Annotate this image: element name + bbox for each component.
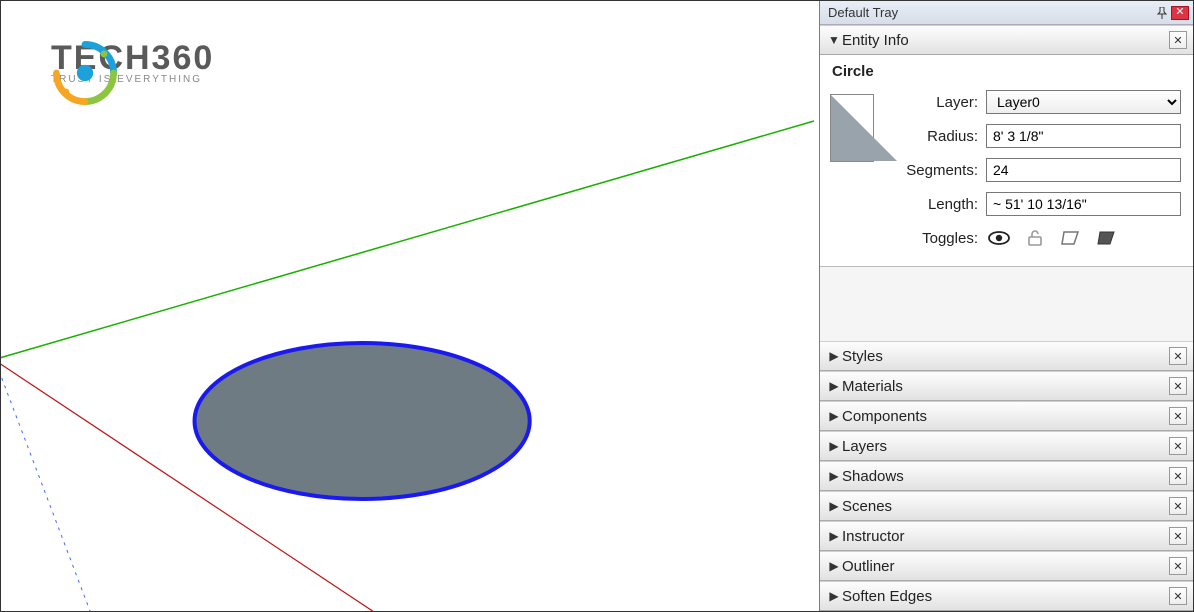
panel-close-button[interactable]: ✕ bbox=[1169, 557, 1187, 575]
layer-label: Layer: bbox=[888, 94, 978, 111]
segments-input[interactable] bbox=[986, 158, 1181, 182]
tray-title: Default Tray bbox=[828, 5, 1151, 20]
tray-close-button[interactable]: ✕ bbox=[1171, 6, 1189, 20]
chevron-right-icon: ▶ bbox=[826, 469, 842, 483]
panel-header-scenes[interactable]: ▶Scenes✕ bbox=[820, 491, 1193, 521]
radius-label: Radius: bbox=[888, 128, 978, 145]
default-tray: Default Tray ✕ ▼ Entity Info ✕ Circle La… bbox=[819, 1, 1193, 611]
panel-close-button[interactable]: ✕ bbox=[1169, 467, 1187, 485]
chevron-right-icon: ▶ bbox=[826, 529, 842, 543]
panel-title: Shadows bbox=[842, 468, 1169, 485]
toggles-label: Toggles: bbox=[888, 230, 978, 247]
panel-title: Components bbox=[842, 408, 1169, 425]
segments-label: Segments: bbox=[888, 162, 978, 179]
visible-toggle-icon[interactable] bbox=[988, 228, 1010, 248]
panel-title: Layers bbox=[842, 438, 1169, 455]
length-input[interactable] bbox=[986, 192, 1181, 216]
panel-close-button[interactable]: ✕ bbox=[1169, 527, 1187, 545]
panel-title: Materials bbox=[842, 378, 1169, 395]
chevron-right-icon: ▶ bbox=[826, 379, 842, 393]
chevron-right-icon: ▶ bbox=[826, 349, 842, 363]
panel-title-entity-info: Entity Info bbox=[842, 32, 1169, 49]
lock-toggle-icon[interactable] bbox=[1024, 228, 1046, 248]
panel-close-button[interactable]: ✕ bbox=[1169, 347, 1187, 365]
panel-header-instructor[interactable]: ▶Instructor✕ bbox=[820, 521, 1193, 551]
chevron-right-icon: ▶ bbox=[826, 499, 842, 513]
receive-shadows-toggle-icon[interactable] bbox=[1096, 228, 1118, 248]
tray-titlebar[interactable]: Default Tray ✕ bbox=[820, 1, 1193, 25]
chevron-right-icon: ▶ bbox=[826, 589, 842, 603]
chevron-right-icon: ▶ bbox=[826, 439, 842, 453]
panel-title: Styles bbox=[842, 348, 1169, 365]
panel-title: Outliner bbox=[842, 558, 1169, 575]
panel-title: Scenes bbox=[842, 498, 1169, 515]
panel-title: Instructor bbox=[842, 528, 1169, 545]
panel-header-components[interactable]: ▶Components✕ bbox=[820, 401, 1193, 431]
chevron-down-icon: ▼ bbox=[826, 33, 842, 47]
panel-header-styles[interactable]: ▶Styles✕ bbox=[820, 341, 1193, 371]
panel-header-soften-edges[interactable]: ▶Soften Edges✕ bbox=[820, 581, 1193, 611]
brand-logo-icon bbox=[51, 39, 119, 107]
panel-close-button[interactable]: ✕ bbox=[1169, 437, 1187, 455]
panel-header-shadows[interactable]: ▶Shadows✕ bbox=[820, 461, 1193, 491]
entity-type-label: Circle bbox=[828, 61, 1185, 90]
radius-input[interactable] bbox=[986, 124, 1181, 148]
panel-header-outliner[interactable]: ▶Outliner✕ bbox=[820, 551, 1193, 581]
panel-header-layers[interactable]: ▶Layers✕ bbox=[820, 431, 1193, 461]
panel-close-button[interactable]: ✕ bbox=[1169, 407, 1187, 425]
entity-info-body: Circle Layer: Layer0 Radius: bbox=[820, 55, 1193, 267]
brand-logo: TECH360 TRUST IS EVERYTHING bbox=[51, 39, 214, 85]
panel-header-materials[interactable]: ▶Materials✕ bbox=[820, 371, 1193, 401]
material-swatch[interactable] bbox=[830, 94, 874, 162]
panel-close-button[interactable]: ✕ bbox=[1169, 497, 1187, 515]
panel-close-button[interactable]: ✕ bbox=[1169, 587, 1187, 605]
panel-title: Soften Edges bbox=[842, 588, 1169, 605]
cast-shadows-toggle-icon[interactable] bbox=[1060, 228, 1082, 248]
chevron-right-icon: ▶ bbox=[826, 409, 842, 423]
panel-close-button[interactable]: ✕ bbox=[1169, 377, 1187, 395]
length-label: Length: bbox=[888, 196, 978, 213]
modeling-viewport[interactable]: TECH360 TRUST IS EVERYTHING bbox=[1, 1, 819, 611]
panel-header-entity-info[interactable]: ▼ Entity Info ✕ bbox=[820, 25, 1193, 55]
chevron-right-icon: ▶ bbox=[826, 559, 842, 573]
panel-close-entity-info[interactable]: ✕ bbox=[1169, 31, 1187, 49]
pin-icon[interactable] bbox=[1153, 5, 1171, 21]
layer-select[interactable]: Layer0 bbox=[986, 90, 1181, 114]
